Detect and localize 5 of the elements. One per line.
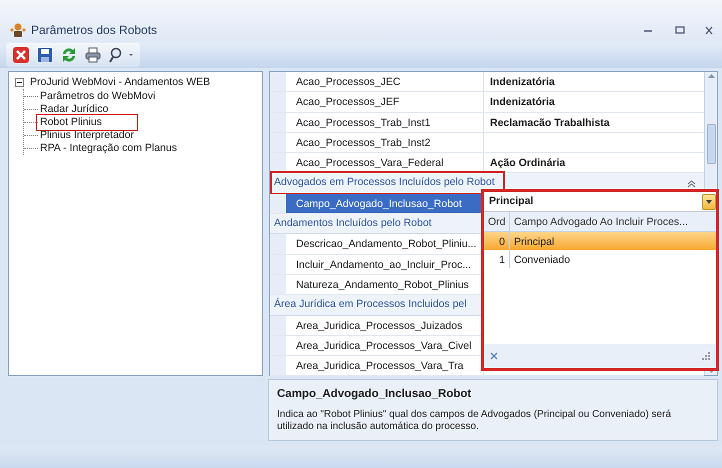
description-title: Campo_Advogado_Inclusao_Robot xyxy=(277,387,472,402)
category-title: Área Jurídica em Processos Incluidos pel xyxy=(274,297,467,312)
window-title: Parâmetros dos Robots xyxy=(31,22,158,39)
category-title: Andamentos Incluídos pelo Robot xyxy=(274,216,432,231)
description-text: Indica ao "Robot Plinius" qual dos campos de Advogados (Principal ou Conveniado) será utilizado na inclusão automática do processo. xyxy=(277,409,672,434)
